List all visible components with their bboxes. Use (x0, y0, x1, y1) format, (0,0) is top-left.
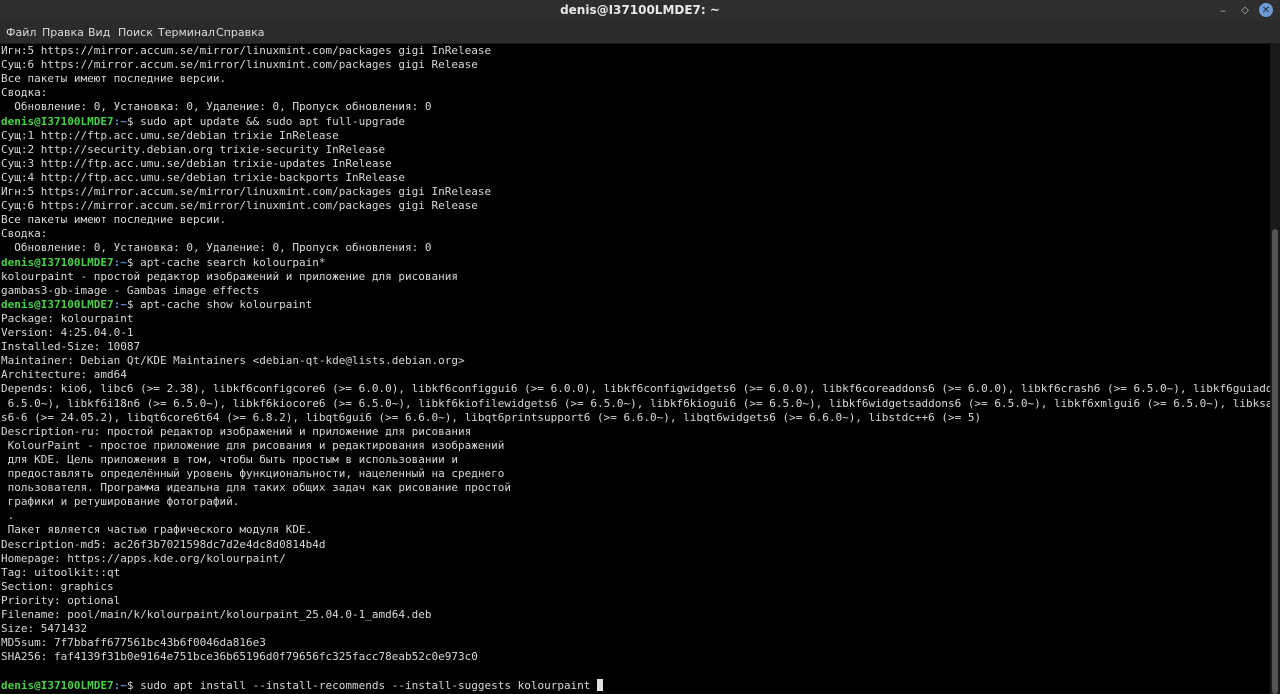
output-line: Version: 4:25.04.0-1 (1, 326, 134, 339)
output-line: Section: graphics (1, 579, 114, 593)
output-line: Homepage: https://apps.kde.org/kolourpai… (1, 551, 286, 565)
output-line: Сущ:3 http://ftp.acc.umu.se/debian trixi… (1, 156, 392, 170)
output-line: пользователя. Программа идеальна для так… (1, 481, 511, 495)
menu-bar: Файл Правка Вид Поиск Терминал Справка (0, 21, 1280, 44)
output-line: SHA256: faf4139f31b0e9164e751bce36b65196… (1, 650, 478, 664)
output-line: . (1, 509, 15, 523)
output-line: Пакет является частью графического модул… (1, 523, 313, 537)
output-line: предоставлять определённый уровень функц… (1, 467, 505, 480)
output-line: Depends: kio6, libc6 (>= 2.38), libkf6co… (1, 382, 1270, 396)
output-line: Filename: pool/main/k/kolourpaint/kolour… (1, 608, 432, 621)
prompt-path: :~ (113, 297, 127, 311)
output-line: для KDE. Цель приложения в том, чтобы бы… (1, 452, 458, 466)
output-line: gambas3-gb-image - Gambas image effects (1, 283, 260, 297)
output-line: Обновление: 0, Установка: 0, Удаление: 0… (1, 241, 432, 255)
output-line: Maintainer: Debian Qt/KDE Maintainers <d… (1, 354, 465, 368)
output-line: Обновление: 0, Установка: 0, Удаление: 0… (1, 100, 432, 114)
output-line: Size: 5471432 (1, 622, 88, 636)
output-line: Installed-Size: 10087 (1, 340, 141, 354)
output-line: Сущ:1 http://ftp.acc.umu.se/debian trixi… (1, 128, 339, 142)
output-line: KolourPaint - простое приложение для рис… (1, 438, 505, 452)
prompt-symbol: $ (126, 678, 141, 692)
output-line: Игн:5 https://mirror.accum.se/mirror/lin… (1, 185, 492, 198)
output-line: Сущ:4 http://ftp.acc.umu.se/debian trixi… (1, 170, 405, 184)
menu-help[interactable]: Справка (216, 26, 264, 39)
command-text: apt-cache show kolourpaint (140, 297, 313, 311)
terminal-scrollbar[interactable] (1270, 44, 1280, 694)
output-line: Tag: uitoolkit::qt (1, 565, 121, 579)
output-line: Package: kolourpaint (1, 311, 134, 325)
command-text: apt-cache search kolourpain* (140, 255, 326, 269)
prompt-path: :~ (113, 255, 127, 269)
prompt-user-host: denis@I37100LMDE7 (1, 297, 114, 311)
output-line: Игн:5 https://mirror.accum.se/mirror/lin… (1, 44, 492, 57)
scrollbar-thumb[interactable] (1272, 229, 1278, 694)
output-line: Все пакеты имеют последние версии. (1, 213, 227, 227)
prompt-symbol: $ (126, 297, 141, 311)
prompt-symbol: $ (126, 114, 141, 128)
close-button[interactable]: ✕ (1259, 3, 1273, 17)
command-text: sudo apt install --install-recommends --… (140, 678, 598, 692)
menu-edit[interactable]: Правка (42, 26, 84, 39)
output-line: Description-ru: простой редактор изображ… (1, 424, 472, 438)
prompt-path: :~ (113, 114, 127, 128)
prompt-user-host: denis@I37100LMDE7 (1, 114, 114, 128)
command-text: sudo apt update && sudo apt full-upgrade (140, 114, 405, 128)
text-cursor (597, 678, 604, 691)
prompt-line: denis@I37100LMDE7:~$ sudo apt install --… (1, 678, 604, 693)
output-line: Сводка: (1, 227, 48, 241)
output-line: Сущ:6 https://mirror.accum.se/mirror/lin… (1, 58, 478, 72)
output-line: Architecture: amd64 (1, 368, 127, 382)
window-titlebar[interactable]: denis@I37100LMDE7: ~ – ◇ ✕ (0, 0, 1280, 21)
output-line: MD5sum: 7f7bbaff677561bc43b6f0046da816e3 (1, 636, 266, 650)
menu-view[interactable]: Вид (88, 26, 110, 39)
menu-terminal[interactable]: Терминал (158, 26, 215, 39)
window-title: denis@I37100LMDE7: ~ (560, 3, 720, 17)
minimize-button[interactable]: – (1216, 3, 1230, 17)
prompt-symbol: $ (126, 255, 141, 269)
menu-file[interactable]: Файл (6, 26, 36, 39)
output-line: Все пакеты имеют последние версии. (1, 72, 227, 86)
prompt-line: denis@I37100LMDE7:~$ apt-cache show kolo… (1, 298, 312, 312)
menu-search[interactable]: Поиск (118, 26, 153, 39)
prompt-user-host: denis@I37100LMDE7 (1, 255, 114, 269)
output-line: Сущ:6 https://mirror.accum.se/mirror/lin… (1, 199, 478, 213)
output-line: Priority: optional (1, 593, 121, 607)
maximize-button[interactable]: ◇ (1238, 3, 1252, 17)
prompt-line: denis@I37100LMDE7:~$ apt-cache search ko… (1, 256, 326, 270)
output-line: Сводка: (1, 86, 48, 100)
output-line: kolourpaint - простой редактор изображен… (1, 269, 458, 283)
output-line: графики и ретуширование фотографий. (1, 495, 240, 509)
terminal-output[interactable]: Игн:5 https://mirror.accum.se/mirror/lin… (0, 44, 1270, 694)
output-line: 6.5.0~), libkf6i18n6 (>= 6.5.0~), libkf6… (1, 396, 1270, 410)
prompt-user-host: denis@I37100LMDE7 (1, 678, 114, 692)
output-line: s6-6 (>= 24.05.2), libqt6core6t64 (>= 6.… (1, 410, 982, 424)
prompt-path: :~ (113, 678, 127, 692)
prompt-line: denis@I37100LMDE7:~$ sudo apt update && … (1, 115, 405, 129)
output-line: Сущ:2 http://security.debian.org trixie-… (1, 142, 386, 156)
output-line: Description-md5: ac26f3b7021598dc7d2e4dc… (1, 537, 326, 551)
